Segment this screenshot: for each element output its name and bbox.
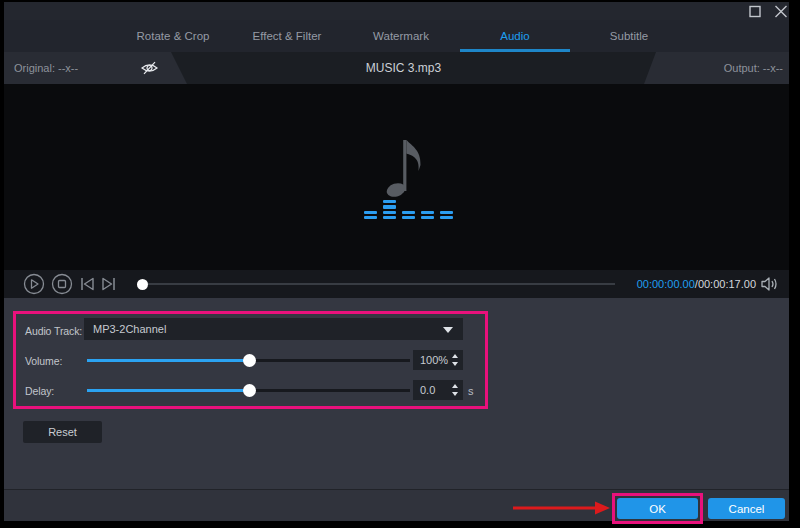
red-arrow-annotation: [513, 500, 613, 516]
audio-editor-window: Rotate & Crop Effect & Filter Watermark …: [4, 2, 789, 521]
ok-button[interactable]: OK: [617, 498, 698, 519]
delay-slider-thumb[interactable]: [243, 384, 256, 397]
time-display: 00:00:00.00/00:00:17.00: [4, 270, 756, 298]
title-bar: [4, 2, 789, 20]
equalizer-column: [364, 211, 377, 219]
volume-spinbox[interactable]: 100%: [413, 350, 463, 370]
tab-label: Effect & Filter: [253, 30, 322, 42]
maximize-button[interactable]: [748, 5, 762, 18]
equalizer-column: [402, 211, 415, 219]
spin-down-icon[interactable]: [452, 362, 458, 366]
tab-audio[interactable]: Audio: [458, 20, 572, 52]
audio-track-label: Audio Track:: [25, 325, 82, 337]
cancel-button[interactable]: Cancel: [708, 498, 785, 519]
output-label: Output: --x--: [724, 62, 783, 74]
music-note-icon: [385, 138, 429, 198]
original-info: Original: --x--: [4, 52, 187, 84]
volume-label: Volume:: [25, 355, 62, 367]
speaker-icon[interactable]: [760, 276, 780, 292]
tabs-row: Rotate & Crop Effect & Filter Watermark …: [4, 20, 789, 52]
delay-unit: s: [468, 385, 473, 397]
eye-hidden-icon[interactable]: [140, 61, 159, 75]
tab-rotate-crop[interactable]: Rotate & Crop: [116, 20, 230, 52]
equalizer-icon: [364, 200, 454, 219]
volume-slider-thumb[interactable]: [243, 354, 256, 367]
tab-label: Rotate & Crop: [137, 30, 210, 42]
equalizer-column: [383, 200, 396, 219]
delay-label: Delay:: [25, 385, 54, 397]
tab-label: Watermark: [373, 30, 429, 42]
delay-slider-fill: [87, 389, 249, 392]
volume-slider[interactable]: [87, 359, 410, 362]
output-info: Output: --x--: [644, 52, 789, 84]
equalizer-column: [440, 211, 453, 219]
delay-slider[interactable]: [87, 389, 410, 392]
current-time: 00:00:00.00: [637, 278, 695, 290]
delay-value: 0.0: [420, 384, 450, 396]
audio-track-dropdown[interactable]: MP3-2Channel: [84, 318, 463, 340]
original-label: Original: --x--: [14, 62, 78, 74]
chevron-down-icon: [443, 327, 453, 333]
close-button[interactable]: [774, 5, 788, 18]
audio-settings-panel: Audio Track: MP3-2Channel Volume: 100% D…: [4, 298, 789, 488]
volume-spinner[interactable]: [450, 350, 463, 370]
equalizer-column: [421, 211, 434, 219]
volume-value: 100%: [420, 354, 450, 366]
delay-spinbox[interactable]: 0.0: [413, 380, 463, 400]
spin-down-icon[interactable]: [452, 392, 458, 396]
spin-up-icon[interactable]: [452, 354, 458, 358]
delay-spinner[interactable]: [450, 380, 463, 400]
tab-label: Subtitle: [610, 30, 648, 42]
tab-effect-filter[interactable]: Effect & Filter: [230, 20, 344, 52]
spin-up-icon[interactable]: [452, 384, 458, 388]
volume-slider-fill: [87, 359, 249, 362]
tab-label: Audio: [500, 30, 529, 42]
tab-subtitle[interactable]: Subtitle: [572, 20, 686, 52]
footer-bar: OK Cancel: [4, 489, 789, 521]
info-bar: MUSIC 3.mp3 Original: --x-- Output: --x-…: [4, 52, 789, 84]
audio-track-value: MP3-2Channel: [93, 323, 166, 335]
player-bar: 00:00:00.00/00:00:17.00: [4, 270, 789, 298]
tab-watermark[interactable]: Watermark: [344, 20, 458, 52]
total-time: /00:00:17.00: [695, 278, 756, 290]
reset-button[interactable]: Reset: [23, 421, 102, 443]
preview-area: [4, 84, 789, 270]
